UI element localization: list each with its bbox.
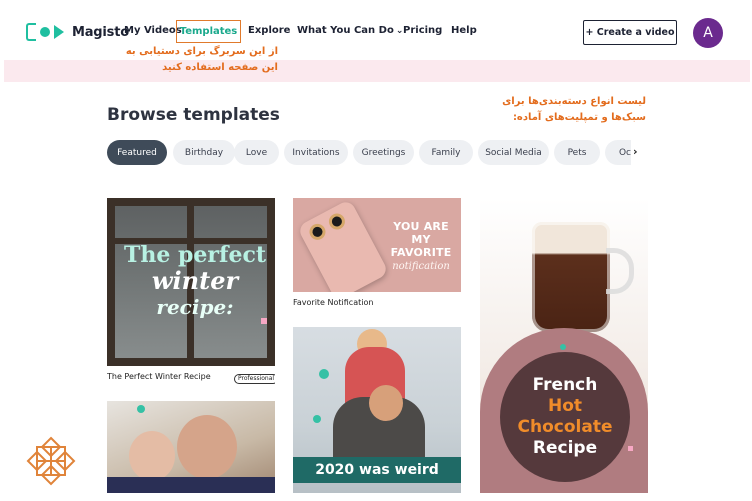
template-thumbnail: French Hot Chocolate Recipe bbox=[480, 198, 648, 493]
art-line: winter bbox=[151, 266, 239, 295]
templates-tab-annotation: از این سربرگ برای دستیابی به این صفحه اس… bbox=[118, 44, 278, 76]
template-card-favorite-notification[interactable]: YOU ARE MY FAVORITE notification Favorit… bbox=[293, 198, 461, 312]
person-shape bbox=[129, 431, 175, 481]
template-art-text: YOU ARE MY FAVORITE notification bbox=[383, 220, 459, 272]
art-line: French bbox=[532, 375, 598, 395]
template-card-family[interactable] bbox=[107, 401, 275, 493]
art-line: Recipe bbox=[532, 438, 598, 458]
nav-what-you-can-do-label: What You Can Do bbox=[297, 25, 394, 36]
confetti-dot bbox=[319, 369, 329, 379]
template-caption: The Perfect Winter Recipe bbox=[107, 372, 211, 381]
annotation-line: سبک‌ها و تمپلیت‌های آماده: bbox=[512, 112, 646, 123]
logo-play-icon bbox=[54, 25, 64, 39]
confetti-dot bbox=[261, 318, 267, 324]
art-line: recipe: bbox=[156, 295, 234, 319]
category-chip-social-media[interactable]: Social Media bbox=[478, 140, 549, 165]
create-video-button[interactable]: + Create a video bbox=[583, 20, 677, 45]
nav-what-you-can-do[interactable]: What You Can Do ⌄ bbox=[297, 25, 403, 36]
category-chip-more[interactable]: Oc bbox=[605, 140, 631, 165]
category-chips: Featured Birthday Love Invitations Greet… bbox=[107, 140, 631, 166]
template-card-winter[interactable]: The perfect winter recipe: The Perfect W… bbox=[107, 198, 275, 388]
nav-templates[interactable]: Templates bbox=[176, 20, 241, 43]
logo-dot-icon bbox=[40, 27, 50, 37]
art-line: notification bbox=[392, 261, 450, 272]
confetti-dot bbox=[560, 344, 566, 350]
nav-pricing[interactable]: Pricing bbox=[403, 25, 442, 36]
category-chip-birthday[interactable]: Birthday bbox=[173, 140, 235, 165]
camera-lens-icon bbox=[326, 210, 348, 233]
top-navigation-bar: Magisto My Videos Templates Explore What… bbox=[0, 0, 752, 62]
page-title: Browse templates bbox=[107, 105, 280, 125]
template-card-2020[interactable]: 2020 was weird bbox=[293, 327, 461, 493]
template-banner: 2020 was weird bbox=[293, 457, 461, 483]
logo-frame-icon bbox=[26, 23, 36, 41]
annotation-line: از این سربرگ برای دستیابی به bbox=[125, 46, 278, 57]
nav-explore[interactable]: Explore bbox=[248, 25, 290, 36]
professional-badge: Professional bbox=[234, 374, 275, 384]
mug-handle bbox=[606, 248, 634, 294]
art-line: Hot bbox=[547, 396, 583, 416]
nav-my-videos[interactable]: My Videos bbox=[124, 25, 182, 36]
person-shape bbox=[369, 385, 403, 421]
art-line: MY FAVORITE bbox=[390, 233, 452, 259]
category-chip-pets[interactable]: Pets bbox=[554, 140, 600, 165]
mug-shape bbox=[532, 222, 610, 332]
category-chip-featured[interactable]: Featured bbox=[107, 140, 167, 165]
annotation-line: این صفحه استفاده کنید bbox=[162, 62, 278, 73]
template-thumbnail bbox=[107, 401, 275, 493]
template-art-text: French Hot Chocolate Recipe bbox=[500, 375, 630, 459]
art-line: The perfect bbox=[123, 242, 266, 268]
template-card-hot-chocolate[interactable]: French Hot Chocolate Recipe bbox=[480, 198, 648, 493]
annotation-highlight-bar bbox=[4, 60, 750, 82]
ornament-logo-icon bbox=[26, 436, 76, 486]
phone-shape bbox=[296, 198, 390, 292]
magisto-logo[interactable]: Magisto bbox=[26, 22, 129, 42]
confetti-dot bbox=[137, 405, 145, 413]
nav-templates-label: Templates bbox=[179, 26, 238, 37]
clothing-shape bbox=[107, 477, 275, 493]
category-chip-greetings[interactable]: Greetings bbox=[353, 140, 414, 165]
category-chip-love[interactable]: Love bbox=[234, 140, 279, 165]
confetti-dot bbox=[628, 446, 633, 451]
confetti-dot bbox=[313, 415, 321, 423]
annotation-line: لیست انواع دسته‌بندی‌ها برای bbox=[502, 96, 646, 107]
template-caption: Favorite Notification bbox=[293, 298, 374, 307]
camera-lens-icon bbox=[306, 221, 329, 243]
chevron-right-icon[interactable]: › bbox=[633, 145, 638, 158]
logo-wordmark: Magisto bbox=[72, 24, 129, 40]
nav-help[interactable]: Help bbox=[451, 25, 477, 36]
art-line: YOU ARE bbox=[393, 220, 449, 233]
person-shape bbox=[177, 415, 237, 479]
category-chip-family[interactable]: Family bbox=[419, 140, 473, 165]
template-thumbnail: 2020 was weird bbox=[293, 327, 461, 493]
category-chip-invitations[interactable]: Invitations bbox=[284, 140, 348, 165]
template-thumbnail: YOU ARE MY FAVORITE notification bbox=[293, 198, 461, 292]
template-thumbnail: The perfect winter recipe: bbox=[107, 198, 275, 366]
user-avatar[interactable]: A bbox=[693, 18, 723, 48]
categories-annotation: لیست انواع دسته‌بندی‌ها برای سبک‌ها و تم… bbox=[486, 94, 646, 126]
template-art-text: The perfect winter recipe: bbox=[121, 242, 269, 320]
art-line: Chocolate bbox=[517, 417, 613, 437]
